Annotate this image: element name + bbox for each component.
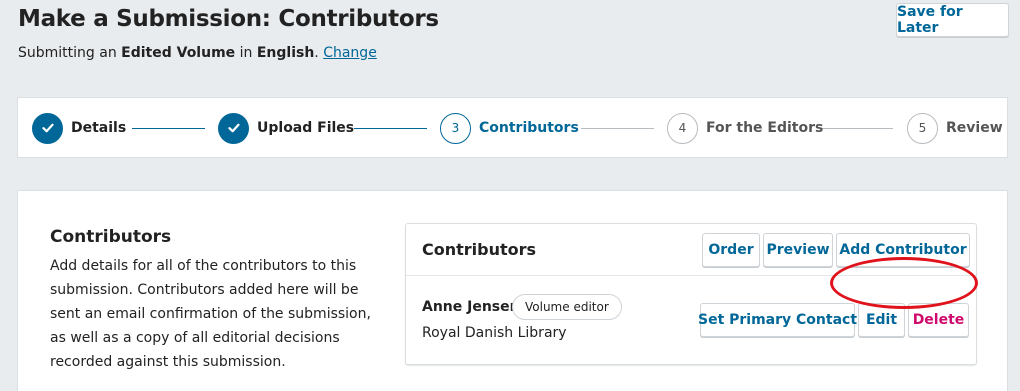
order-button[interactable]: Order (702, 233, 760, 267)
panel-header: Contributors Order Preview Add Contribut… (406, 224, 976, 276)
step-details[interactable]: Details (32, 112, 126, 144)
submission-subtitle: Submitting an Edited Volume in English. … (18, 45, 377, 61)
step-review[interactable]: 5 Review (907, 112, 1003, 144)
step-label: Contributors (479, 120, 579, 136)
panel-title: Contributors (422, 240, 537, 259)
step-upload-files[interactable]: Upload Files (218, 112, 354, 144)
submission-steps: Details Upload Files 3 Contributors 4 Fo… (17, 97, 1008, 158)
contributor-affiliation: Royal Danish Library (422, 325, 567, 341)
step-label: Upload Files (257, 120, 355, 136)
step-connector (820, 128, 893, 129)
save-for-later-button[interactable]: Save for Later (896, 3, 1009, 37)
check-icon (218, 112, 249, 144)
step-connector (354, 128, 427, 129)
contributors-section: Contributors Add details for all of the … (17, 190, 1008, 391)
check-icon (32, 112, 63, 144)
step-connector (132, 128, 205, 129)
role-badge: Volume editor (512, 294, 622, 320)
change-link[interactable]: Change (323, 45, 377, 61)
submission-type: Edited Volume (121, 45, 236, 61)
page-title: Make a Submission: Contributors (18, 6, 439, 32)
contributor-name: Anne Jensen (422, 299, 520, 315)
step-label: Details (71, 120, 127, 136)
section-heading: Contributors (50, 227, 172, 247)
step-label: Review (946, 120, 1003, 136)
step-label: For the Editors (706, 120, 824, 136)
subtitle-mid: in (235, 45, 257, 61)
step-number: 4 (667, 112, 698, 144)
step-contributors[interactable]: 3 Contributors (440, 112, 579, 144)
delete-button[interactable]: Delete (908, 303, 969, 337)
edit-button[interactable]: Edit (858, 303, 905, 337)
step-for-the-editors[interactable]: 4 For the Editors (667, 112, 823, 144)
subtitle-prefix: Submitting an (18, 45, 122, 61)
subtitle-suffix: . (314, 45, 324, 61)
preview-button[interactable]: Preview (763, 233, 833, 267)
step-number: 3 (440, 112, 471, 144)
submission-language: English (256, 45, 315, 61)
step-connector (581, 128, 654, 129)
set-primary-contact-button[interactable]: Set Primary Contact (698, 303, 857, 337)
contributors-panel: Contributors Order Preview Add Contribut… (405, 223, 978, 365)
step-number: 5 (907, 112, 938, 144)
section-description: Add details for all of the contributors … (50, 258, 371, 370)
add-contributor-button[interactable]: Add Contributor (836, 233, 970, 267)
